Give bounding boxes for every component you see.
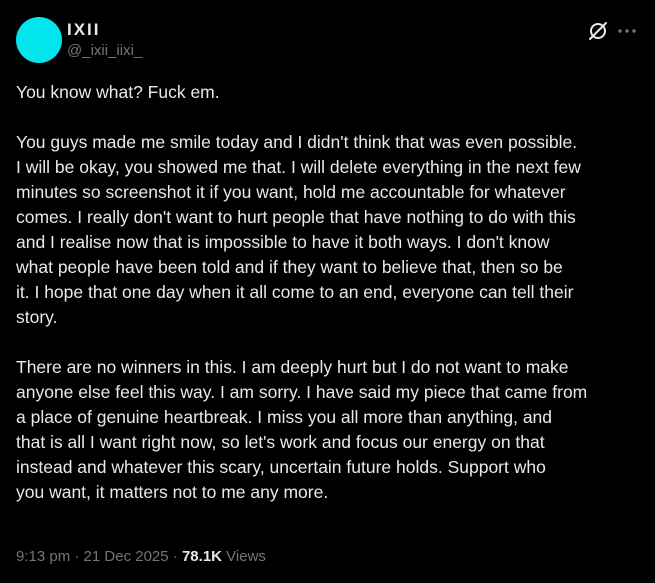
post-text-line: You know what? Fuck em. xyxy=(16,82,220,102)
author-handle[interactable]: @_ixii_iixi_ xyxy=(67,42,142,59)
more-icon[interactable] xyxy=(616,20,638,42)
avatar[interactable] xyxy=(16,17,62,63)
post-text-line: minutes so screenshot it if you want, ho… xyxy=(16,182,566,202)
meta-separator: · xyxy=(74,548,80,565)
post-text-line: There are no winners in this. I am deepl… xyxy=(16,357,569,377)
post: IXII @_ixii_iixi_ You know what? Fuck em… xyxy=(0,0,655,583)
post-time[interactable]: 9:13 pm xyxy=(16,548,70,565)
post-text-line: a place of genuine heartbreak. I miss yo… xyxy=(16,407,553,427)
post-date[interactable]: 21 Dec 2025 xyxy=(84,548,169,565)
post-text-line: instead and whatever this scary, uncerta… xyxy=(16,457,546,477)
post-text-line xyxy=(16,105,641,130)
post-text-line: you want, it matters not to me any more. xyxy=(16,482,329,502)
post-text: You know what? Fuck em. You guys made me … xyxy=(16,80,641,505)
post-text-line: story. xyxy=(16,307,58,327)
meta-separator: · xyxy=(172,548,178,565)
post-text-line: You guys made me smile today and I didn'… xyxy=(16,132,578,152)
views-count: 78.1K xyxy=(181,548,222,565)
post-text-line: comes. I really don't want to hurt peopl… xyxy=(16,207,576,227)
post-meta: 9:13 pm · 21 Dec 2025 · 78.1K Views xyxy=(16,548,266,565)
post-text-line: that is all I want right now, so let's w… xyxy=(16,432,545,452)
author-display-name[interactable]: IXII xyxy=(67,20,101,40)
post-text-line: what people have been told and if they w… xyxy=(16,257,563,277)
post-text-line: anyone else feel this way. I am sorry. I… xyxy=(16,382,588,402)
post-text-line: and I realise now that is impossible to … xyxy=(16,232,550,252)
post-text-line: I will be okay, you showed me that. I wi… xyxy=(16,157,581,177)
post-text-line: it. I hope that one day when it all come… xyxy=(16,282,574,302)
post-text-line xyxy=(16,330,641,355)
views-label: Views xyxy=(226,548,266,565)
grok-icon[interactable] xyxy=(587,20,609,42)
